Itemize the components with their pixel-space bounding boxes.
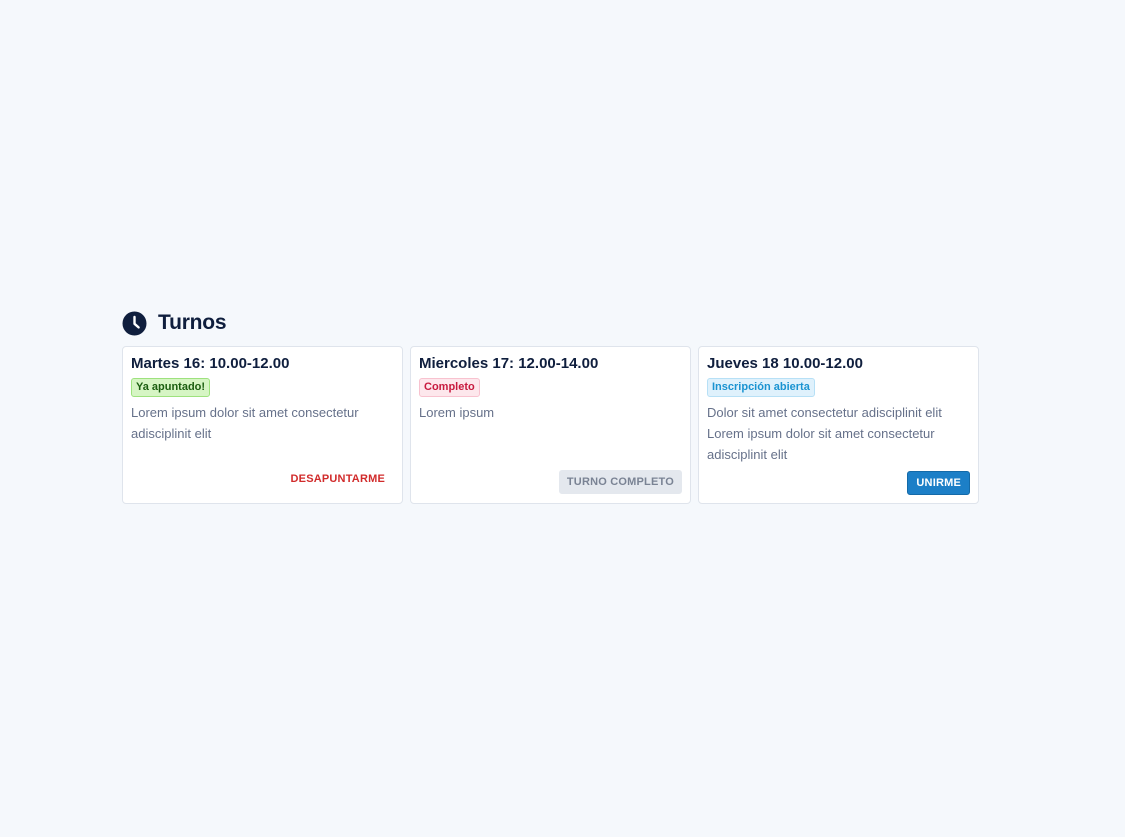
shift-card-martes: Martes 16: 10.00-12.00 Ya apuntado! Lore… [122,346,403,504]
shift-full-button: TURNO COMPLETO [558,470,682,494]
turnos-section: Turnos Martes 16: 10.00-12.00 Ya apuntad… [122,310,982,504]
shift-card-jueves: Jueves 18 10.00-12.00 Inscripción abiert… [698,346,979,504]
status-badge-open: Inscripción abierta [707,378,815,397]
shift-card-title: Jueves 18 10.00-12.00 [707,355,863,372]
status-badge-enrolled: Ya apuntado! [131,378,211,397]
section-header: Turnos [122,310,982,336]
shift-card-title: Miercoles 17: 12.00-14.00 [419,355,599,372]
shift-card-miercoles: Miercoles 17: 12.00-14.00 Completo Lorem… [410,346,691,504]
shift-card-description: Lorem ipsum [419,405,495,420]
shift-card-title: Martes 16: 10.00-12.00 [131,355,290,372]
shift-card-description: Dolor sit amet consectetur adisciplinit … [707,405,942,462]
section-title: Turnos [158,311,227,334]
shift-card-description: Lorem ipsum dolor sit amet consectetur a… [131,405,359,441]
status-badge-full: Completo [419,378,480,397]
join-button[interactable]: UNIRME [907,471,970,495]
clock-icon [122,311,147,336]
unenroll-button[interactable]: DESAPUNTARME [282,468,394,490]
shift-cards: Martes 16: 10.00-12.00 Ya apuntado! Lore… [122,346,982,504]
